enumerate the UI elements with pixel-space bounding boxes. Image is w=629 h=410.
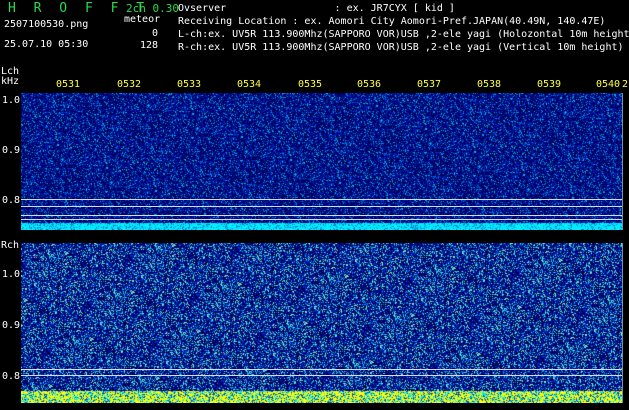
lch-unit: kHz xyxy=(1,76,20,87)
observer-info: Ovserver : ex. JR7CYX [ kid ] xyxy=(178,3,455,14)
time-mark-0537: 0537 xyxy=(417,79,442,90)
lch-spectrogram xyxy=(21,93,622,230)
time-mark-0536: 0536 xyxy=(357,79,382,90)
location-info: Receiving Location : ex. Aomori City Aom… xyxy=(178,16,606,27)
rch-ytick-0-8: 0.8 xyxy=(1,371,20,382)
rch-spectrogram xyxy=(21,243,622,403)
file-name: 2507100530.png xyxy=(4,19,89,30)
rch-receiver-info: R-ch:ex. UV5R 113.900Mhz(SAPPORO VOR)USB… xyxy=(178,42,624,53)
time-mark-0539: 0539 xyxy=(537,79,562,90)
hrofft-window: H R O F F T 2ch 0.30 2507100530.png 25.0… xyxy=(0,0,629,410)
time-mark-0534: 0534 xyxy=(237,79,262,90)
lch-ytick-0-9: 0.9 xyxy=(1,145,20,156)
rch-label: Rch xyxy=(1,240,20,251)
lch-ref-line xyxy=(21,206,622,207)
meteor-label: meteor xyxy=(124,14,161,25)
lch-right-edge-line xyxy=(622,93,623,230)
time-mark-0540: 0540 xyxy=(596,79,621,90)
lch-ref-line xyxy=(21,219,622,220)
rch-right-edge-line xyxy=(622,243,623,403)
time-mark-0535: 0535 xyxy=(298,79,323,90)
time-mark-0531: 0531 xyxy=(56,79,81,90)
rch-meteor-count: 128 xyxy=(139,40,158,51)
lch-meteor-count: 0 xyxy=(151,28,158,39)
rch-ytick-0-9: 0.9 xyxy=(1,320,20,331)
time-mark-next: 2 xyxy=(622,79,629,90)
rch-ref-line xyxy=(21,375,622,376)
lch-ref-line xyxy=(21,215,622,216)
time-mark-0532: 0532 xyxy=(117,79,142,90)
time-mark-0533: 0533 xyxy=(177,79,202,90)
date-time: 25.07.10 05:30 xyxy=(4,39,89,50)
lch-ytick-0-8: 0.8 xyxy=(1,195,20,206)
lch-ref-line xyxy=(21,199,622,200)
rch-ref-line xyxy=(21,369,622,370)
version-label: 2ch 0.30 xyxy=(126,2,179,15)
time-mark-0538: 0538 xyxy=(477,79,502,90)
lch-receiver-info: L-ch:ex. UV5R 113.900Mhz(SAPPORO VOR)USB… xyxy=(178,29,629,40)
lch-ytick-1-0: 1.0 xyxy=(1,95,20,106)
rch-ytick-1-0: 1.0 xyxy=(1,269,20,280)
